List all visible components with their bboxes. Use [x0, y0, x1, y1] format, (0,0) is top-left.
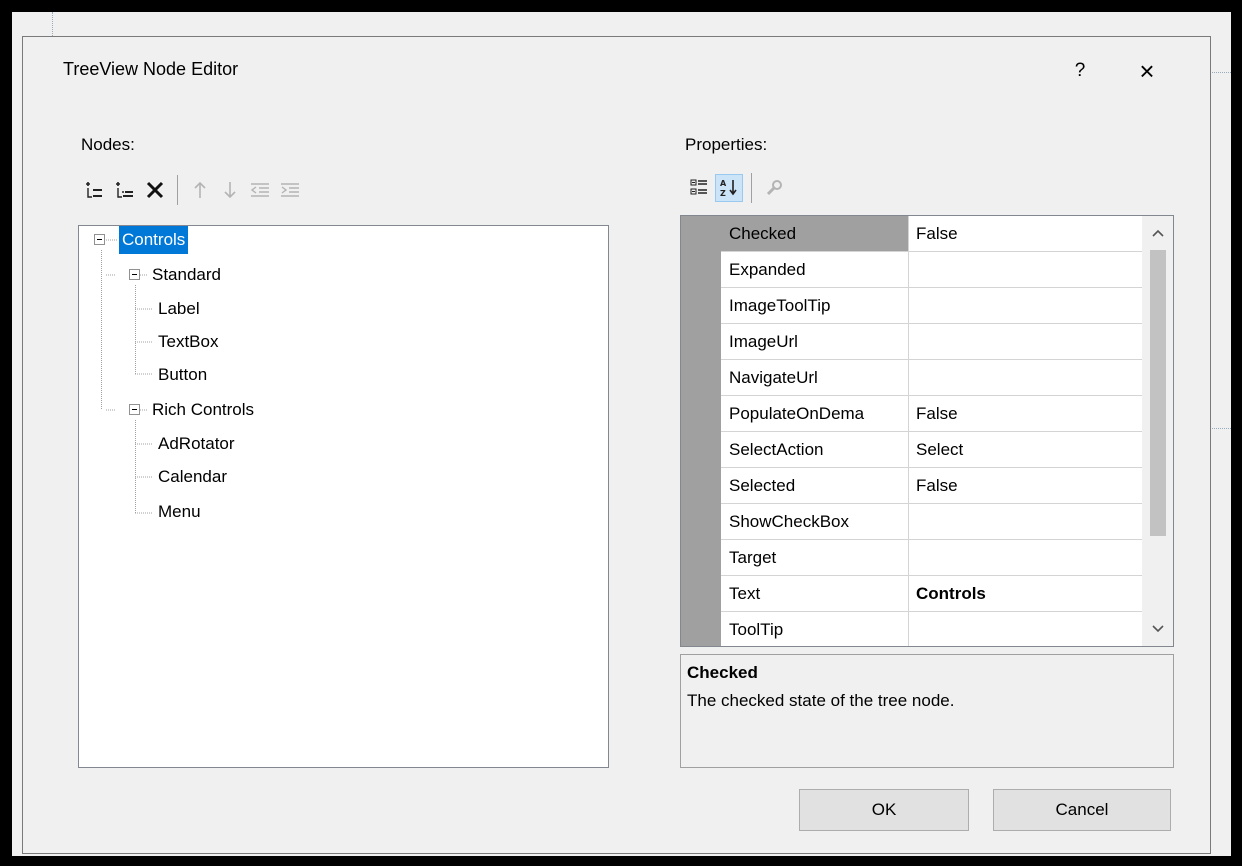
- add-child-node-icon[interactable]: [111, 176, 139, 204]
- property-value[interactable]: False: [910, 396, 1142, 431]
- tree-node-label: Controls: [119, 226, 189, 254]
- property-row[interactable]: NavigateUrl: [721, 360, 1142, 396]
- description-text: The checked state of the tree node.: [687, 691, 955, 710]
- property-row[interactable]: ImageToolTip: [721, 288, 1142, 324]
- tree-node-label: Label: [158, 299, 200, 318]
- scrollbar-thumb[interactable]: [1150, 250, 1166, 536]
- tree-node-leaf[interactable]: Label: [155, 295, 203, 323]
- property-value[interactable]: Select: [910, 432, 1142, 467]
- outdent-icon[interactable]: [246, 176, 274, 204]
- property-value[interactable]: [910, 360, 1142, 395]
- tree-node-leaf[interactable]: Calendar: [155, 463, 230, 491]
- tree-node-leaf[interactable]: Button: [155, 361, 210, 389]
- property-value[interactable]: [910, 324, 1142, 359]
- collapse-icon[interactable]: [94, 234, 105, 245]
- designer-guide-line: [1209, 72, 1231, 73]
- property-value[interactable]: [910, 540, 1142, 575]
- move-down-icon[interactable]: [216, 176, 244, 204]
- move-up-icon[interactable]: [186, 176, 214, 204]
- property-row[interactable]: SelectAction Select: [721, 432, 1142, 468]
- scroll-up-icon[interactable]: [1142, 216, 1173, 250]
- property-name: Target: [721, 540, 909, 575]
- cancel-button[interactable]: Cancel: [993, 789, 1171, 831]
- tree-node-label: TextBox: [158, 332, 219, 351]
- tree-node-leaf[interactable]: TextBox: [155, 328, 221, 356]
- collapse-icon[interactable]: [129, 269, 140, 280]
- property-value[interactable]: [910, 288, 1142, 323]
- toolbar-separator: [177, 175, 178, 205]
- indent-icon[interactable]: [276, 176, 304, 204]
- svg-text:Z: Z: [720, 189, 726, 198]
- alphabetical-icon[interactable]: AZ: [715, 174, 743, 202]
- tree-node-group[interactable]: Standard: [149, 261, 224, 289]
- tree-node-label: Standard: [152, 265, 221, 284]
- ok-button[interactable]: OK: [799, 789, 969, 831]
- property-name: Text: [721, 576, 909, 611]
- tree-node-label: Rich Controls: [152, 400, 255, 419]
- property-row[interactable]: Text Controls: [721, 576, 1142, 612]
- properties-label: Properties:: [685, 135, 768, 154]
- property-grid[interactable]: Checked False Expanded ImageToolTip ImageUrl…: [680, 215, 1174, 647]
- tree-node-group[interactable]: Rich Controls: [149, 396, 257, 424]
- add-root-node-icon[interactable]: [81, 176, 109, 204]
- property-grid-gutter: [681, 216, 721, 646]
- property-name: ImageUrl: [721, 324, 909, 359]
- property-grid-scrollbar[interactable]: [1142, 216, 1173, 646]
- help-button[interactable]: ?: [1060, 51, 1100, 91]
- close-button[interactable]: ×: [1123, 51, 1171, 91]
- nodes-tree[interactable]: Controls Standard Label TextBox Button R…: [78, 225, 609, 768]
- property-value[interactable]: [910, 504, 1142, 539]
- tree-node-label: Menu: [158, 502, 201, 521]
- tree-node-root[interactable]: Controls: [119, 226, 189, 254]
- tree-connector-lines: [101, 239, 153, 514]
- tree-node-leaf[interactable]: Menu: [155, 498, 204, 526]
- property-row[interactable]: Expanded: [721, 252, 1142, 288]
- svg-text:A: A: [720, 179, 727, 188]
- dialog-title: TreeView Node Editor: [63, 59, 239, 79]
- property-value[interactable]: [910, 252, 1142, 287]
- collapse-icon[interactable]: [129, 404, 140, 415]
- property-name: NavigateUrl: [721, 360, 909, 395]
- property-row[interactable]: ImageUrl: [721, 324, 1142, 360]
- delete-node-icon[interactable]: [141, 176, 169, 204]
- property-name: SelectAction: [721, 432, 909, 467]
- property-name: ShowCheckBox: [721, 504, 909, 539]
- property-name: ToolTip: [721, 612, 909, 646]
- property-row[interactable]: Selected False: [721, 468, 1142, 504]
- property-name: PopulateOnDema: [721, 396, 909, 431]
- treeview-node-editor-dialog: TreeView Node Editor ? × Nodes: Controls…: [22, 36, 1211, 854]
- property-value[interactable]: Controls: [910, 576, 1142, 611]
- property-value[interactable]: False: [910, 468, 1142, 503]
- property-name: Selected: [721, 468, 909, 503]
- toolbar-separator: [751, 173, 752, 203]
- description-title: Checked: [687, 663, 758, 682]
- property-description-panel: Checked The checked state of the tree no…: [680, 654, 1174, 768]
- property-name: Checked: [721, 216, 909, 251]
- designer-guide-line: [1209, 428, 1231, 429]
- property-pages-icon[interactable]: [760, 174, 788, 202]
- nodes-label: Nodes:: [81, 135, 135, 154]
- property-row[interactable]: Target: [721, 540, 1142, 576]
- tree-node-label: Button: [158, 365, 208, 384]
- nodes-toolbar: [81, 175, 306, 205]
- tree-node-label: Calendar: [158, 467, 227, 486]
- property-value[interactable]: [910, 612, 1142, 646]
- tree-node-label: AdRotator: [158, 434, 235, 453]
- property-name: ImageToolTip: [721, 288, 909, 323]
- property-row[interactable]: Checked False: [721, 216, 1142, 252]
- categorized-icon[interactable]: [685, 174, 713, 202]
- property-value[interactable]: False: [910, 216, 1142, 251]
- property-name: Expanded: [721, 252, 909, 287]
- properties-toolbar: AZ: [685, 173, 790, 203]
- tree-node-leaf[interactable]: AdRotator: [155, 430, 238, 458]
- property-row[interactable]: ShowCheckBox: [721, 504, 1142, 540]
- property-row[interactable]: PopulateOnDema False: [721, 396, 1142, 432]
- scroll-down-icon[interactable]: [1142, 612, 1173, 646]
- property-row[interactable]: ToolTip: [721, 612, 1142, 646]
